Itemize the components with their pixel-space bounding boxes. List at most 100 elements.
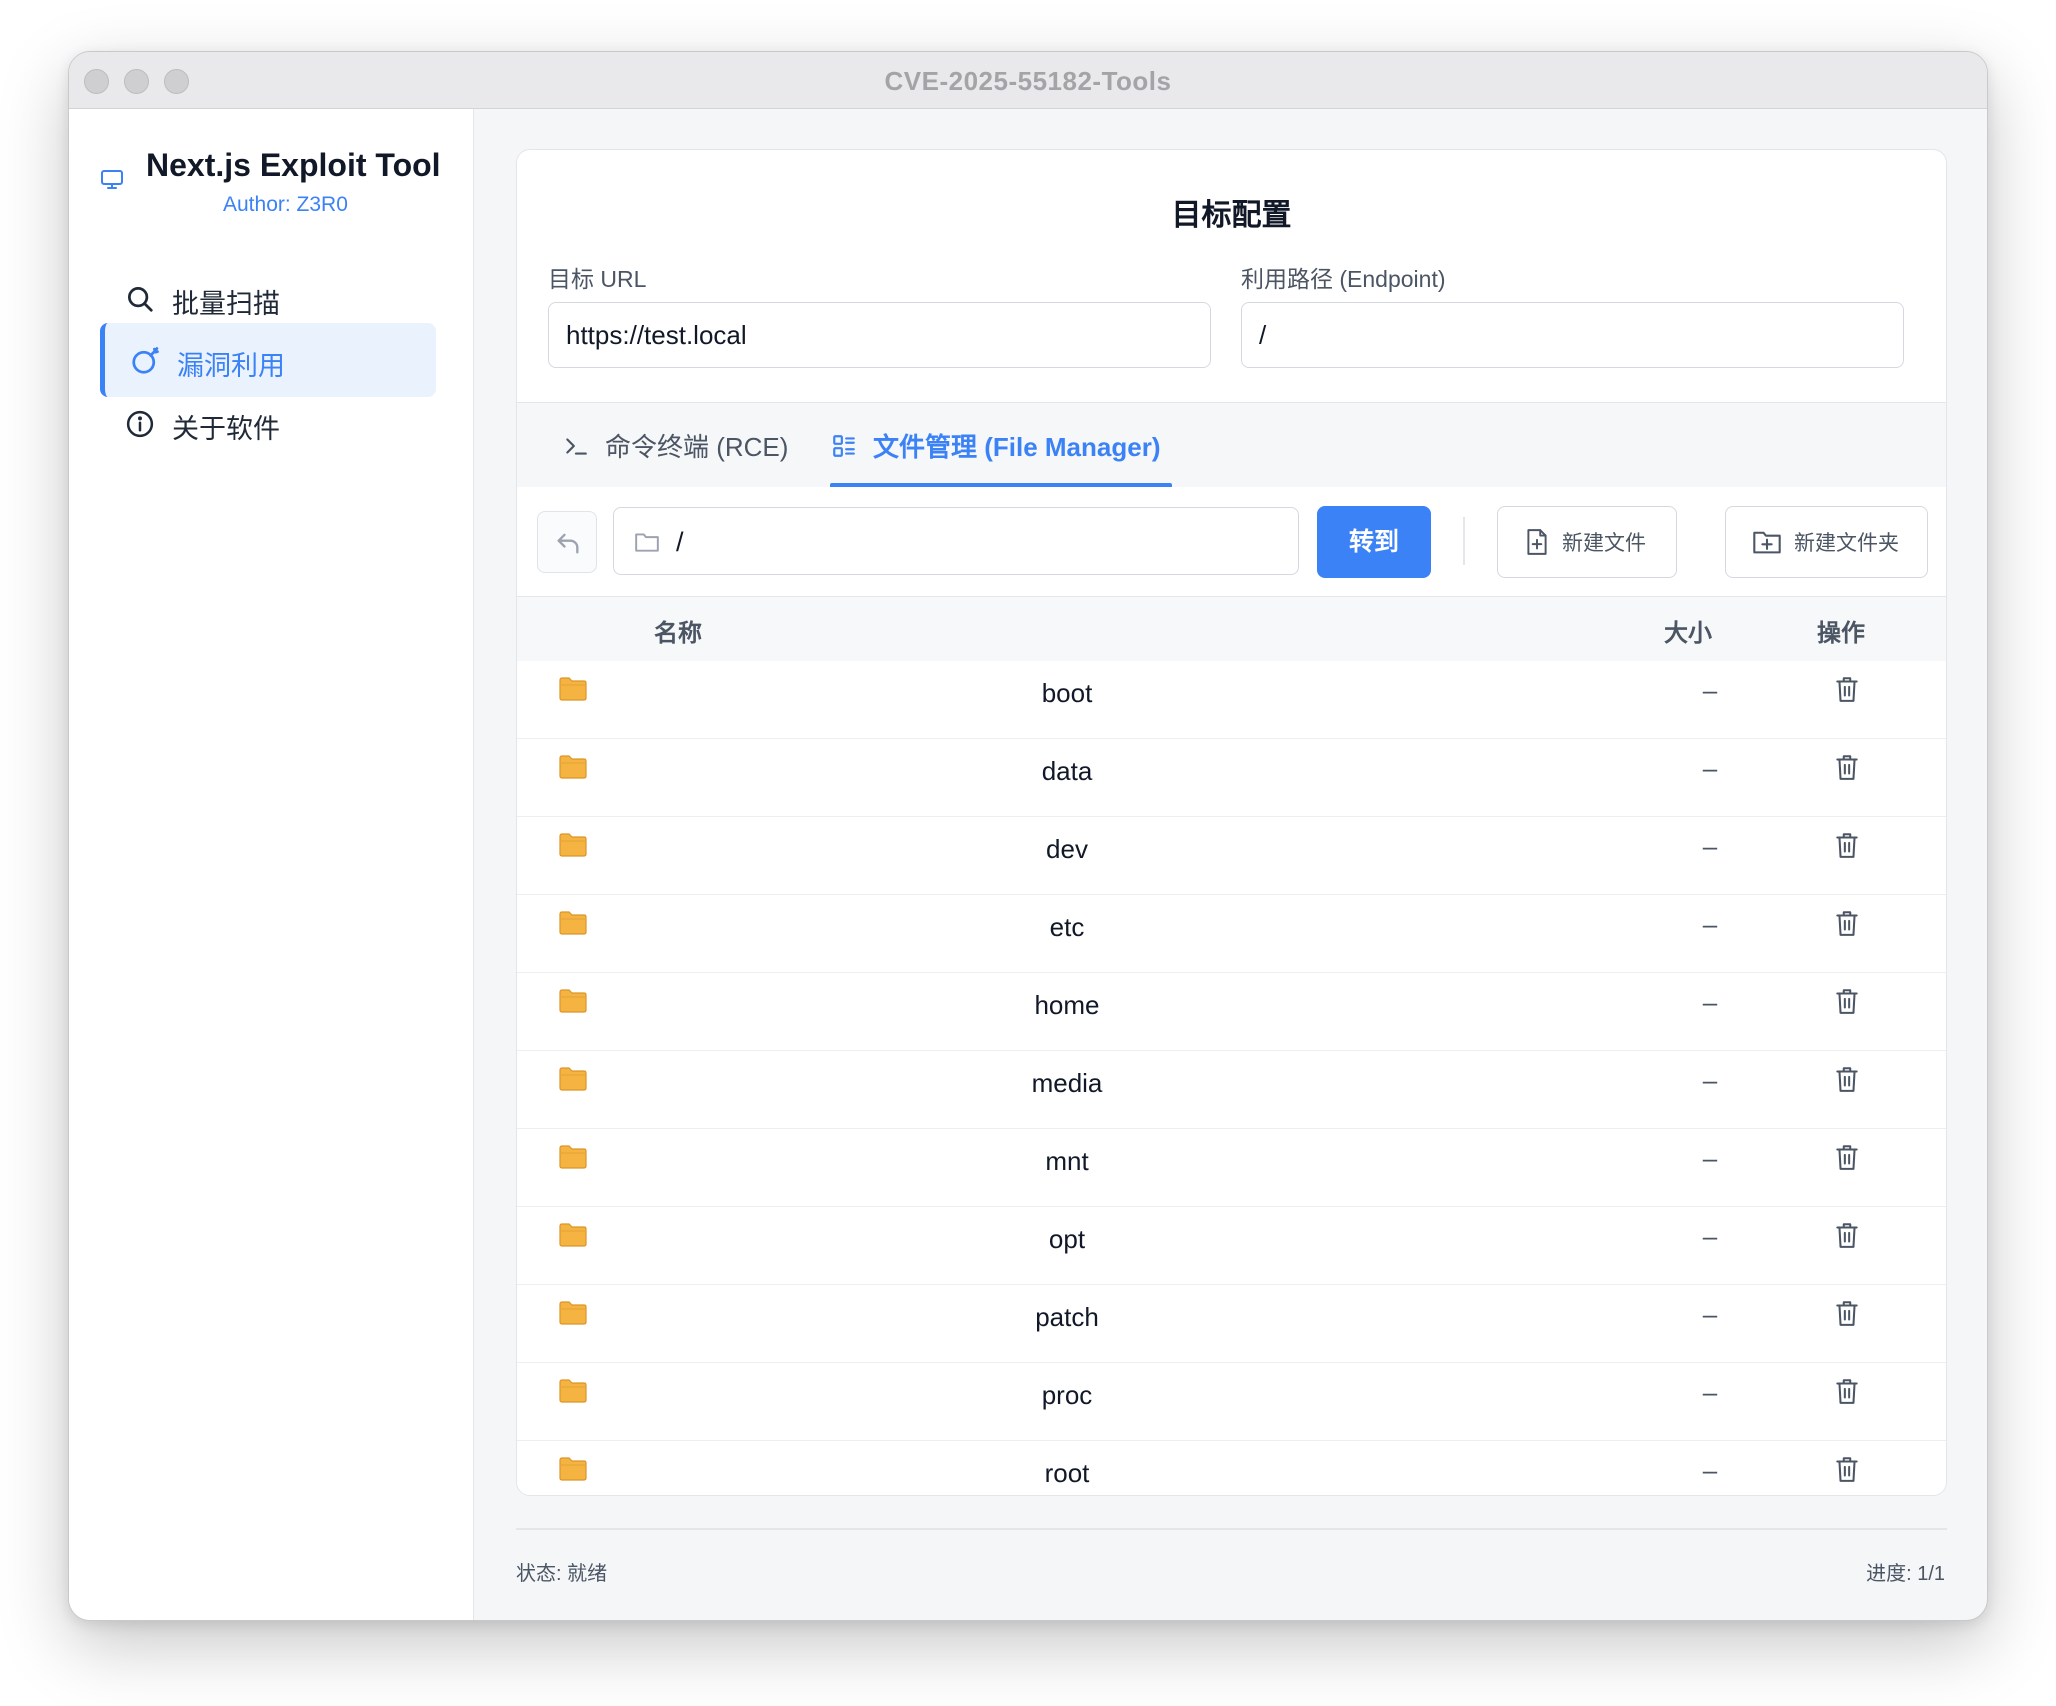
folder-icon <box>559 1223 587 1247</box>
new-file-label: 新建文件 <box>1562 532 1646 555</box>
path-value: / <box>676 527 684 557</box>
table-row[interactable]: proc – <box>517 1363 1946 1441</box>
trash-icon[interactable] <box>1834 1299 1860 1327</box>
table-row[interactable]: boot – <box>517 661 1946 739</box>
table-row[interactable]: mnt – <box>517 1129 1946 1207</box>
new-file-button[interactable]: 新建文件 <box>1497 506 1677 578</box>
folder-icon <box>559 911 587 935</box>
table-header: 名称 大小 操作 <box>517 597 1946 661</box>
folder-icon <box>559 1067 587 1091</box>
file-size: – <box>1702 1143 1718 1173</box>
file-size: – <box>1702 1221 1718 1251</box>
file-name[interactable]: boot <box>777 678 1357 709</box>
progress-text: 进度: 1/1 <box>1866 1563 1945 1585</box>
trash-icon[interactable] <box>1834 1377 1860 1405</box>
file-size: – <box>1702 909 1718 939</box>
bomb-icon <box>132 347 159 374</box>
file-name[interactable]: media <box>777 1068 1357 1099</box>
folder-icon <box>559 1301 587 1325</box>
toolbar-divider <box>1463 517 1465 565</box>
file-size: – <box>1702 1377 1718 1407</box>
file-size: – <box>1702 987 1718 1017</box>
table-row[interactable]: home – <box>517 973 1946 1051</box>
file-name[interactable]: home <box>777 990 1357 1021</box>
column-name[interactable]: 名称 <box>654 613 702 648</box>
column-size[interactable]: 大小 <box>1664 613 1712 648</box>
folder-icon <box>559 1379 587 1403</box>
folder-icon <box>559 677 587 701</box>
folder-outline-icon <box>635 533 659 552</box>
file-name[interactable]: opt <box>777 1224 1357 1255</box>
table-row[interactable]: root – <box>517 1441 1946 1495</box>
app-name: Next.js Exploit Tool <box>146 147 441 183</box>
folder-icon <box>559 1457 587 1481</box>
file-name[interactable]: mnt <box>777 1146 1357 1177</box>
undo-arrow-icon <box>557 533 579 554</box>
main-card: 目标配置 目标 URL https://test.local 利用路径 (End… <box>516 149 1947 1496</box>
tab-rce[interactable]: 命令终端 (RCE) <box>563 403 788 488</box>
trash-icon[interactable] <box>1834 1065 1860 1093</box>
file-size: – <box>1702 675 1718 705</box>
folder-icon <box>559 1145 587 1169</box>
status-text: 状态: 就绪 <box>516 1563 608 1585</box>
terminal-icon <box>566 437 587 455</box>
table-row[interactable]: opt – <box>517 1207 1946 1285</box>
window-title: CVE-2025-55182-Tools <box>884 66 1172 96</box>
trash-icon[interactable] <box>1834 753 1860 781</box>
trash-icon[interactable] <box>1834 1143 1860 1171</box>
target-url-input[interactable]: https://test.local <box>548 302 1211 368</box>
search-icon <box>128 287 153 312</box>
file-size: – <box>1702 1065 1718 1095</box>
new-folder-button[interactable]: 新建文件夹 <box>1725 506 1928 578</box>
table-row[interactable]: patch – <box>517 1285 1946 1363</box>
new-file-icon <box>1527 529 1547 555</box>
file-size: – <box>1702 753 1718 783</box>
target-config-title: 目标配置 <box>1171 199 1292 232</box>
back-button[interactable] <box>537 511 597 573</box>
tab-label: 文件管理 (File Manager) <box>873 432 1161 462</box>
app-author: Author: Z3R0 <box>223 193 348 216</box>
status-divider <box>516 1528 1947 1530</box>
table-row[interactable]: dev – <box>517 817 1946 895</box>
column-actions: 操作 <box>1817 620 1865 647</box>
sidebar-item-label: 关于软件 <box>172 414 280 444</box>
file-list-icon <box>833 434 855 457</box>
file-name[interactable]: root <box>777 1458 1357 1489</box>
file-name[interactable]: patch <box>777 1302 1357 1333</box>
trash-icon[interactable] <box>1834 1455 1860 1483</box>
sidebar-item-label: 漏洞利用 <box>177 351 285 381</box>
tab-file-manager[interactable]: 文件管理 (File Manager) <box>831 403 1160 488</box>
path-input[interactable]: / <box>613 507 1299 575</box>
file-toolbar: / 转到 新建文件 新建文件夹 <box>517 487 1946 597</box>
trash-icon[interactable] <box>1834 909 1860 937</box>
info-icon <box>126 410 154 438</box>
app-window: CVE-2025-55182-Tools Next.js Exploit Too… <box>68 51 1988 1621</box>
file-name[interactable]: data <box>777 756 1357 787</box>
sidebar-item-about[interactable]: 关于软件 <box>100 386 436 460</box>
file-size: – <box>1702 1299 1718 1329</box>
trash-icon[interactable] <box>1834 1221 1860 1249</box>
tab-label: 命令终端 (RCE) <box>605 432 789 462</box>
trash-icon[interactable] <box>1834 675 1860 703</box>
file-name[interactable]: etc <box>777 912 1357 943</box>
new-folder-icon <box>1753 531 1781 554</box>
monitor-icon <box>101 170 123 189</box>
table-row[interactable]: media – <box>517 1051 1946 1129</box>
title-bar: CVE-2025-55182-Tools <box>69 52 1987 109</box>
table-row[interactable]: etc – <box>517 895 1946 973</box>
folder-icon <box>559 989 587 1013</box>
file-name[interactable]: proc <box>777 1380 1357 1411</box>
endpoint-label: 利用路径 (Endpoint) <box>1241 266 1446 292</box>
sidebar-item-label: 批量扫描 <box>172 289 280 319</box>
tab-bar: 命令终端 (RCE) 文件管理 (File Manager) <box>517 402 1946 488</box>
go-button[interactable]: 转到 <box>1317 506 1431 578</box>
new-folder-label: 新建文件夹 <box>1794 532 1899 555</box>
file-name[interactable]: dev <box>777 834 1357 865</box>
table-row[interactable]: data – <box>517 739 1946 817</box>
trash-icon[interactable] <box>1834 987 1860 1015</box>
trash-icon[interactable] <box>1834 831 1860 859</box>
endpoint-input[interactable]: / <box>1241 302 1904 368</box>
target-url-label: 目标 URL <box>548 266 647 292</box>
folder-icon <box>559 755 587 779</box>
sidebar: Next.js Exploit Tool Author: Z3R0 批量扫描 漏… <box>69 109 474 1620</box>
